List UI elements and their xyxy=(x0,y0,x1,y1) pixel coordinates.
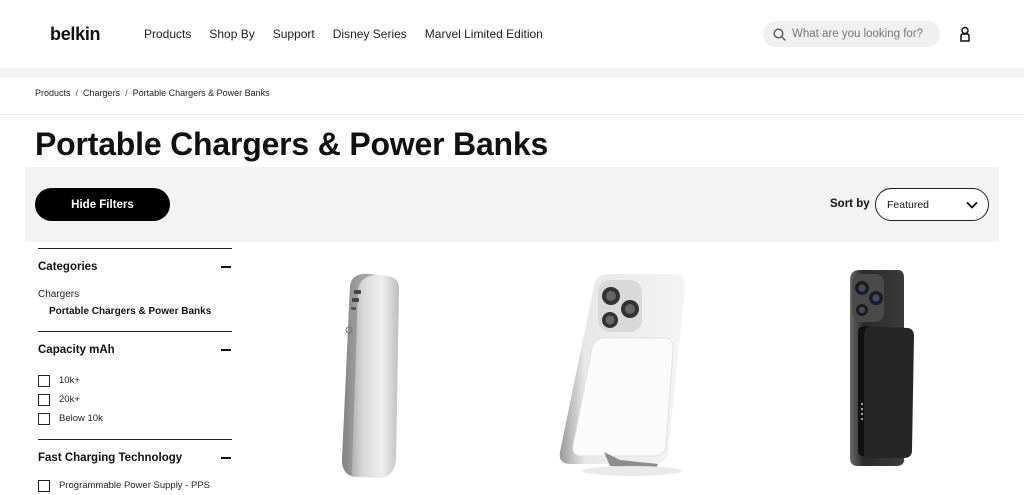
filter-option[interactable]: 20k+ xyxy=(38,390,232,409)
filter-group-capacity: Capacity mAh 10k+ 20k+ Below 10k xyxy=(38,331,232,428)
main-nav: Products Shop By Support Disney Series M… xyxy=(144,27,561,41)
hide-filters-button[interactable]: Hide Filters xyxy=(35,188,170,221)
filter-bar: Hide Filters Sort by Featured xyxy=(25,167,999,242)
product-image-silver-power-bank[interactable] xyxy=(330,268,410,483)
belkin-logo[interactable]: belkin xyxy=(50,24,101,45)
filter-option-label: Programmable Power Supply - PPS xyxy=(59,480,211,491)
filter-group-categories: Categories Chargers Portable Chargers & … xyxy=(38,248,232,317)
breadcrumb-separator: / xyxy=(125,88,128,98)
filter-group-fast-charging: Fast Charging Technology Programmable Po… xyxy=(38,439,232,495)
breadcrumb-bar: Products / Chargers / Portable Chargers … xyxy=(0,76,1024,115)
filter-option-label: Below 10k xyxy=(59,413,103,424)
breadcrumb: Products / Chargers / Portable Chargers … xyxy=(35,88,270,98)
sort-label: Sort by xyxy=(830,198,870,210)
filter-option-label: 10k+ xyxy=(59,375,80,386)
collapse-icon xyxy=(221,349,231,351)
product-image-white-magnetic-power-bank[interactable] xyxy=(548,268,708,483)
sort-value: Featured xyxy=(887,198,930,211)
filter-title: Fast Charging Technology xyxy=(38,452,183,464)
checkbox[interactable] xyxy=(38,374,50,387)
nav-marvel-limited-edition[interactable]: Marvel Limited Edition xyxy=(425,27,543,41)
filter-option[interactable]: 10k+ xyxy=(38,371,232,390)
search-icon xyxy=(773,27,786,41)
category-link-chargers[interactable]: Chargers xyxy=(38,289,232,300)
account-icon[interactable] xyxy=(958,26,972,42)
page-title: Portable Chargers & Power Banks xyxy=(35,126,549,162)
checkbox[interactable] xyxy=(38,479,50,492)
filter-title: Capacity mAh xyxy=(38,344,115,356)
nav-shop-by[interactable]: Shop By xyxy=(209,27,254,41)
filter-option[interactable]: Below 10k xyxy=(38,409,232,428)
product-image-black-magnetic-power-bank[interactable] xyxy=(838,268,923,473)
search-box[interactable] xyxy=(763,21,940,47)
filter-header-fast-charging[interactable]: Fast Charging Technology xyxy=(38,440,232,476)
filter-header-capacity[interactable]: Capacity mAh xyxy=(38,332,232,368)
chevron-down-icon xyxy=(966,202,978,209)
site-header: belkin Products Shop By Support Disney S… xyxy=(0,0,1024,68)
header-divider-band xyxy=(0,68,1024,76)
nav-support[interactable]: Support xyxy=(273,27,315,41)
collapse-icon xyxy=(221,457,231,459)
breadcrumb-current: Portable Chargers & Power Banks xyxy=(132,88,270,98)
nav-disney-series[interactable]: Disney Series xyxy=(333,27,407,41)
filter-option[interactable]: Programmable Power Supply - PPS xyxy=(38,476,232,495)
filter-option-label: 20k+ xyxy=(59,394,80,405)
search-input[interactable] xyxy=(792,28,932,40)
nav-products[interactable]: Products xyxy=(144,27,191,41)
collapse-icon xyxy=(221,266,231,268)
breadcrumb-products[interactable]: Products xyxy=(35,88,71,98)
filters-sidebar: Categories Chargers Portable Chargers & … xyxy=(38,248,232,495)
breadcrumb-separator: / xyxy=(75,88,79,98)
checkbox[interactable] xyxy=(38,412,50,425)
breadcrumb-chargers[interactable]: Chargers xyxy=(83,88,120,98)
checkbox[interactable] xyxy=(38,393,50,406)
sort-select[interactable]: Featured xyxy=(875,188,989,221)
filter-header-categories[interactable]: Categories xyxy=(38,249,232,285)
filter-title: Categories xyxy=(38,261,98,273)
category-link-current[interactable]: Portable Chargers & Power Banks xyxy=(49,306,232,317)
